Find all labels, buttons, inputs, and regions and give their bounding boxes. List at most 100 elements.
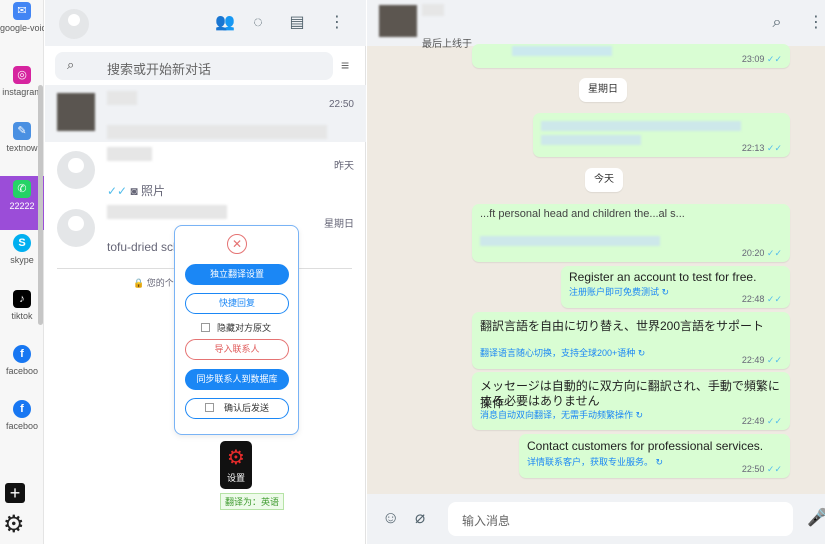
instagram-icon: ◎: [13, 66, 31, 84]
tiktok-icon: ♪: [13, 290, 31, 308]
checkbox-box[interactable]: [201, 323, 210, 332]
skype-icon: S: [13, 234, 31, 252]
double-check-icon: ✓✓: [107, 184, 128, 198]
day-separator: 今天: [585, 168, 623, 192]
message-bubble[interactable]: Contact customers for professional servi…: [519, 434, 790, 478]
textnow-icon: ✎: [13, 122, 31, 140]
double-check-icon: ✓✓: [766, 248, 782, 258]
settings-label: 设置: [226, 473, 245, 483]
gear-icon[interactable]: ⚙: [3, 513, 25, 537]
message-input[interactable]: 输入消息: [448, 502, 793, 536]
app-google-voice[interactable]: ✉ google-voice: [0, 2, 44, 54]
chat-row[interactable]: 22:50: [45, 85, 366, 142]
message-bubble[interactable]: メッセージは自動的に双方向に翻訳され、手動で頻繁に操作 する必要はありません 消…: [472, 372, 790, 430]
menu-icon[interactable]: ⋮: [804, 11, 825, 35]
checkbox-label: 隐藏对方原文: [217, 323, 272, 333]
camera-icon: ◙: [130, 184, 138, 198]
facebook-icon: f: [13, 345, 31, 363]
message-preview: ✓✓ ◙ 照片: [107, 182, 165, 199]
composer-bar: ☺ ⌀ 输入消息 🎤: [367, 494, 825, 544]
search-bar[interactable]: ⌕ 搜索或开始新对话: [55, 52, 333, 80]
message-time: 22:48 ✓✓: [741, 294, 782, 304]
message-text-line2: する必要はありません: [480, 394, 600, 408]
filter-icon[interactable]: ≡: [341, 57, 349, 73]
message-time: 22:50 ✓✓: [741, 464, 782, 474]
chat-time: 22:50: [328, 99, 354, 110]
double-check-icon: ✓✓: [766, 416, 782, 426]
quick-reply-button[interactable]: 快捷回复: [185, 293, 289, 314]
refresh-icon[interactable]: ↻: [656, 457, 664, 467]
search-input[interactable]: 搜索或开始新对话: [107, 59, 211, 78]
message-input-placeholder: 输入消息: [462, 514, 511, 528]
community-icon[interactable]: 👥: [213, 11, 237, 35]
contact-name: [107, 147, 152, 161]
message-time: 22:49 ✓✓: [741, 416, 782, 426]
message-bubble[interactable]: ...ft personal head and children the...a…: [472, 204, 790, 262]
app-facebook-1[interactable]: f faceboo: [0, 345, 44, 397]
message-text: ...ft personal head and children the...a…: [480, 208, 685, 220]
contact-avatar: [57, 151, 95, 189]
double-check-icon: ✓✓: [766, 355, 782, 365]
toggle-label: 确认后发送: [223, 403, 269, 413]
preview-text: 照片: [141, 184, 166, 198]
confirm-send-toggle[interactable]: 确认后发送: [185, 398, 289, 419]
day-separator: 星期日: [579, 78, 627, 102]
translate-target-badge[interactable]: 翻译为：英语: [220, 493, 285, 510]
refresh-icon[interactable]: ↻: [638, 348, 646, 358]
double-check-icon: ✓✓: [766, 464, 782, 474]
chat-time: 星期日: [324, 219, 354, 230]
independent-translate-settings-button[interactable]: 独立翻译设置: [185, 264, 289, 285]
double-check-icon: ✓✓: [766, 294, 782, 304]
contact-name: [107, 91, 137, 105]
chat-time: 昨天: [334, 161, 354, 172]
new-chat-icon[interactable]: ▤: [285, 11, 309, 35]
app-facebook-2[interactable]: f faceboo: [0, 400, 44, 452]
translation-text: 翻译语言随心切换，支持全球200+语种 ↻: [480, 348, 646, 358]
close-icon[interactable]: ✕: [227, 234, 247, 254]
message-time: 23:09 ✓✓: [741, 54, 782, 64]
conversation-panel: 最后上线于 ⌕ ⋮ 23:09 ✓✓ 星期日 22:13 ✓✓ 今天 ...ft…: [367, 0, 825, 544]
contact-name: [422, 4, 444, 16]
sync-contacts-button[interactable]: 同步联系人到数据库: [185, 369, 289, 390]
blurred-translation: [480, 236, 660, 246]
double-check-icon: ✓✓: [766, 143, 782, 153]
app-label: faceboo: [5, 366, 39, 376]
chat-list-header: 👥 ◌ ▤ ⋮: [45, 0, 366, 46]
search-icon[interactable]: ⌕: [765, 11, 789, 35]
search-icon: ⌕: [67, 57, 75, 72]
blurred-text: [512, 46, 612, 56]
message-time: 20:20 ✓✓: [741, 248, 782, 258]
my-avatar[interactable]: [59, 9, 89, 39]
status-icon[interactable]: ◌: [246, 11, 270, 35]
contact-avatar[interactable]: [379, 5, 417, 37]
import-contacts-button[interactable]: 导入联系人: [185, 339, 289, 360]
message-bubble[interactable]: 翻訳言語を自由に切り替え、世界200言語をサポート 翻译语言随心切换，支持全球2…: [472, 312, 790, 369]
translation-text: 注册账户即可免费测试 ↻: [569, 287, 670, 297]
hide-original-checkbox[interactable]: 隐藏对方原文: [201, 322, 281, 334]
attach-icon[interactable]: ⌀: [415, 508, 425, 528]
translation-popup: ✕ 独立翻译设置 快捷回复 隐藏对方原文 导入联系人 同步联系人到数据库 确认后…: [174, 225, 299, 435]
message-time: 22:13 ✓✓: [741, 143, 782, 153]
chat-row[interactable]: 昨天 ✓✓ ◙ 照片: [45, 143, 366, 200]
menu-icon[interactable]: ⋮: [325, 11, 349, 35]
checkbox-box[interactable]: [204, 403, 214, 412]
blurred-text: [541, 135, 641, 145]
last-seen: 最后上线于: [422, 39, 472, 50]
message-bubble[interactable]: Register an account to test for free. 注册…: [561, 266, 790, 308]
message-text: Contact customers for professional servi…: [527, 439, 764, 453]
google-voice-icon: ✉: [13, 2, 31, 20]
rail-scrollbar[interactable]: [38, 85, 43, 325]
blurred-text: [541, 121, 741, 131]
microphone-icon[interactable]: 🎤: [807, 508, 825, 528]
emoji-icon[interactable]: ☺: [382, 508, 399, 528]
lock-icon: 🔒: [133, 278, 145, 288]
refresh-icon[interactable]: ↻: [636, 410, 644, 420]
add-app-icon[interactable]: +: [5, 483, 25, 503]
translation-text: 详情联系客户，获取专业服务。 ↻: [527, 457, 664, 467]
translate-settings-button[interactable]: ⚙ 设置: [220, 441, 252, 489]
refresh-icon[interactable]: ↻: [662, 287, 670, 297]
message-bubble[interactable]: 22:13 ✓✓: [533, 113, 790, 157]
message-bubble[interactable]: 23:09 ✓✓: [472, 44, 790, 68]
translation-text: 消息自动双向翻译，无需手动频繁操作 ↻: [480, 410, 644, 420]
app-rail: ✉ google-voice ◎ instagram ✎ textnow ✆ 2…: [0, 0, 44, 544]
